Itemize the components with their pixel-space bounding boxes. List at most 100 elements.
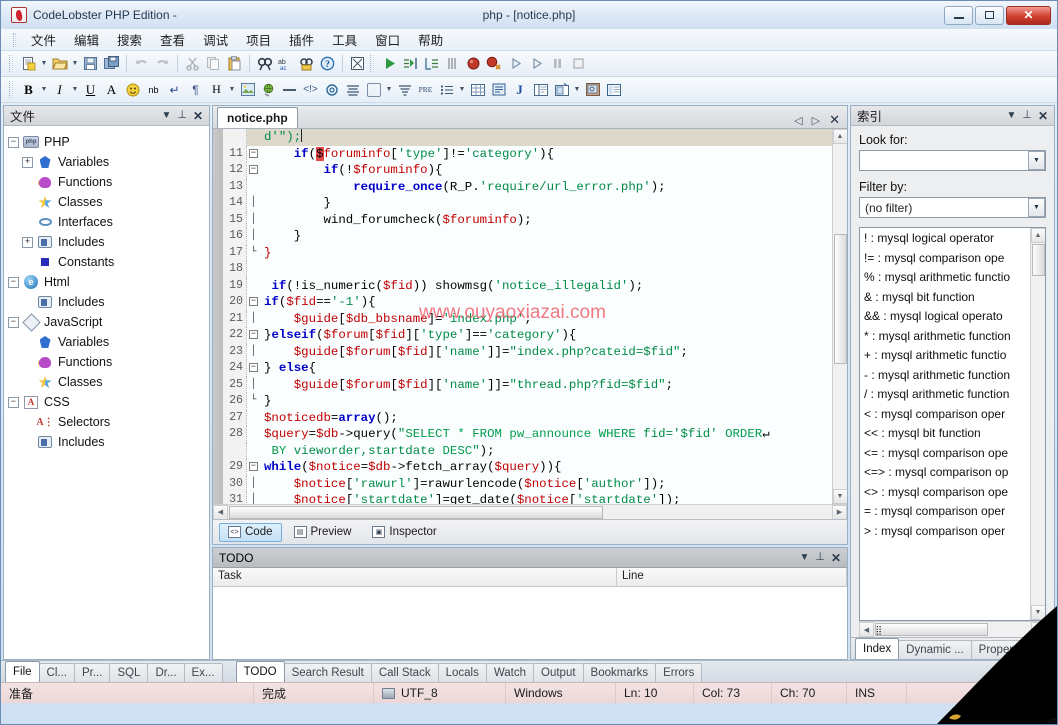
layout-icon[interactable] <box>603 79 624 100</box>
bottom-tab-locals[interactable]: Locals <box>437 663 487 682</box>
tree-node-php-constants[interactable]: Constants <box>4 252 209 272</box>
tree-node-css-includes[interactable]: Includes <box>4 432 209 452</box>
list-item[interactable]: & : mysql bit function <box>860 288 1030 308</box>
expander-icon[interactable]: − <box>8 316 19 328</box>
code-text-area[interactable]: d'"); 11 − if($foruminfo['type']!='categ… <box>223 129 832 504</box>
code-editor[interactable]: d'"); 11 − if($foruminfo['type']!='categ… <box>213 129 847 504</box>
remove-breakpoints-icon[interactable] <box>484 53 505 74</box>
menu-debug[interactable]: 调试 <box>194 28 237 51</box>
bottom-tab-search-result[interactable]: Search Result <box>283 663 372 682</box>
list-item[interactable]: <> : mysql comparison ope <box>860 483 1030 503</box>
fold-marker[interactable]: − <box>247 162 260 179</box>
pin-icon[interactable]: ⊥ <box>1022 110 1032 121</box>
underline-icon[interactable]: U <box>80 79 101 100</box>
scroll-left-icon[interactable]: ◀ <box>213 504 228 520</box>
list-item[interactable]: <=> : mysql comparison op <box>860 463 1030 483</box>
fullscreen-icon[interactable] <box>347 53 368 74</box>
scrollbar-thumb[interactable] <box>1032 244 1045 276</box>
bottom-tab-watch[interactable]: Watch <box>485 663 535 682</box>
chevron-down-icon[interactable]: ▼ <box>1006 110 1016 121</box>
copy-icon[interactable] <box>203 53 224 74</box>
link-icon[interactable] <box>258 79 279 100</box>
paste-icon[interactable] <box>224 53 245 74</box>
expander-icon[interactable]: − <box>8 396 19 408</box>
scroll-down-icon[interactable]: ▼ <box>832 489 847 504</box>
bottom-tab-bookmarks[interactable]: Bookmarks <box>582 663 657 682</box>
bottom-tab-errors[interactable]: Errors <box>655 663 703 682</box>
tree-node-javascript[interactable]: − JavaScript <box>4 312 209 332</box>
new-file-icon[interactable] <box>18 53 39 74</box>
bottom-tab-todo[interactable]: TODO <box>235 661 285 682</box>
scrollbar-thumb[interactable] <box>229 505 604 519</box>
open-folder-icon[interactable] <box>49 53 70 74</box>
chevron-down-icon[interactable]: ▼ <box>1028 198 1045 217</box>
find-icon[interactable] <box>254 53 275 74</box>
sidebar-tab-drupal[interactable]: Dr... <box>147 663 185 682</box>
pre-icon[interactable]: PRE <box>415 79 436 100</box>
scrollbar-track[interactable] <box>228 505 832 520</box>
sidebar-tab-file[interactable]: File <box>5 661 40 682</box>
close-icon[interactable]: ✕ <box>831 552 841 564</box>
stop-icon[interactable] <box>568 53 589 74</box>
fold-marker[interactable]: − <box>247 146 260 163</box>
open-folder-dropdown-icon[interactable]: ▼ <box>70 53 80 74</box>
iframe-dropdown-icon[interactable]: ▼ <box>572 79 582 100</box>
index-vertical-scrollbar[interactable]: ▲ ▼ <box>1030 228 1045 620</box>
toolbar-grip-2[interactable] <box>370 55 374 72</box>
scroll-left-icon[interactable]: ◀ <box>859 622 874 637</box>
pause-icon[interactable] <box>547 53 568 74</box>
index-listbox[interactable]: ! : mysql logical operator != : mysql co… <box>859 227 1046 621</box>
next-icon[interactable]: ▷ <box>812 114 820 127</box>
file-tree[interactable]: − php PHP + Variables Functions Classes … <box>4 126 209 659</box>
list-dropdown-icon[interactable]: ▼ <box>457 79 467 100</box>
fold-marker[interactable]: − <box>247 294 260 311</box>
resume-icon[interactable] <box>505 53 526 74</box>
replace-icon[interactable]: ab ac <box>275 53 296 74</box>
scroll-up-icon[interactable]: ▲ <box>1030 228 1045 243</box>
bottom-tab-output[interactable]: Output <box>533 663 584 682</box>
fold-marker[interactable]: − <box>247 360 260 377</box>
scroll-down-icon[interactable]: ▼ <box>1030 605 1045 620</box>
fold-marker[interactable]: − <box>247 327 260 344</box>
menu-grip[interactable] <box>13 32 16 47</box>
image-icon[interactable] <box>237 79 258 100</box>
menu-plugins[interactable]: 插件 <box>280 28 323 51</box>
menu-window[interactable]: 窗口 <box>366 28 409 51</box>
tree-node-html-includes[interactable]: Includes <box>4 292 209 312</box>
expander-icon[interactable]: − <box>8 276 19 288</box>
tree-node-php-includes[interactable]: + Includes <box>4 232 209 252</box>
linebreak-icon[interactable]: ↵ <box>164 79 185 100</box>
tree-node-css[interactable]: − A CSS <box>4 392 209 412</box>
smiley-icon[interactable] <box>122 79 143 100</box>
tab-inspector[interactable]: ▣ Inspector <box>363 523 445 542</box>
index-items[interactable]: ! : mysql logical operator != : mysql co… <box>860 228 1030 620</box>
list-item[interactable]: < : mysql comparison oper <box>860 405 1030 425</box>
hr-icon[interactable] <box>279 79 300 100</box>
italic-icon[interactable]: I <box>49 79 70 100</box>
list-item[interactable]: + : mysql arithmetic functio <box>860 346 1030 366</box>
expander-icon[interactable]: + <box>22 156 33 168</box>
scroll-right-icon[interactable]: ▶ <box>832 504 847 520</box>
column-header-line[interactable]: Line <box>617 568 847 587</box>
tree-node-css-selectors[interactable]: A⋮ Selectors <box>4 412 209 432</box>
list-item[interactable]: <= : mysql comparison ope <box>860 444 1030 464</box>
chevron-down-icon[interactable]: ▼ <box>1028 151 1045 170</box>
column-header-task[interactable]: Task <box>213 568 617 587</box>
iframe-icon[interactable] <box>551 79 572 100</box>
menu-file[interactable]: 文件 <box>22 28 65 51</box>
cut-icon[interactable] <box>182 53 203 74</box>
tree-node-js-variables[interactable]: Variables <box>4 332 209 352</box>
anchor-icon[interactable] <box>321 79 342 100</box>
fold-marker[interactable]: − <box>247 459 260 476</box>
tab-properties[interactable]: Properties <box>970 640 1040 659</box>
sidebar-tab-sql[interactable]: SQL <box>109 663 149 682</box>
step-out-icon[interactable] <box>442 53 463 74</box>
bottom-tab-call-stack[interactable]: Call Stack <box>370 663 439 682</box>
list-item[interactable]: << : mysql bit function <box>860 424 1030 444</box>
run-to-cursor-icon[interactable] <box>526 53 547 74</box>
filter-by-value[interactable]: (no filter) <box>865 201 1028 215</box>
heading-dropdown-icon[interactable]: ▼ <box>227 79 237 100</box>
heading-icon[interactable]: H <box>206 79 227 100</box>
filter-by-combobox[interactable]: (no filter) ▼ <box>859 197 1046 218</box>
todo-list[interactable] <box>213 587 847 659</box>
